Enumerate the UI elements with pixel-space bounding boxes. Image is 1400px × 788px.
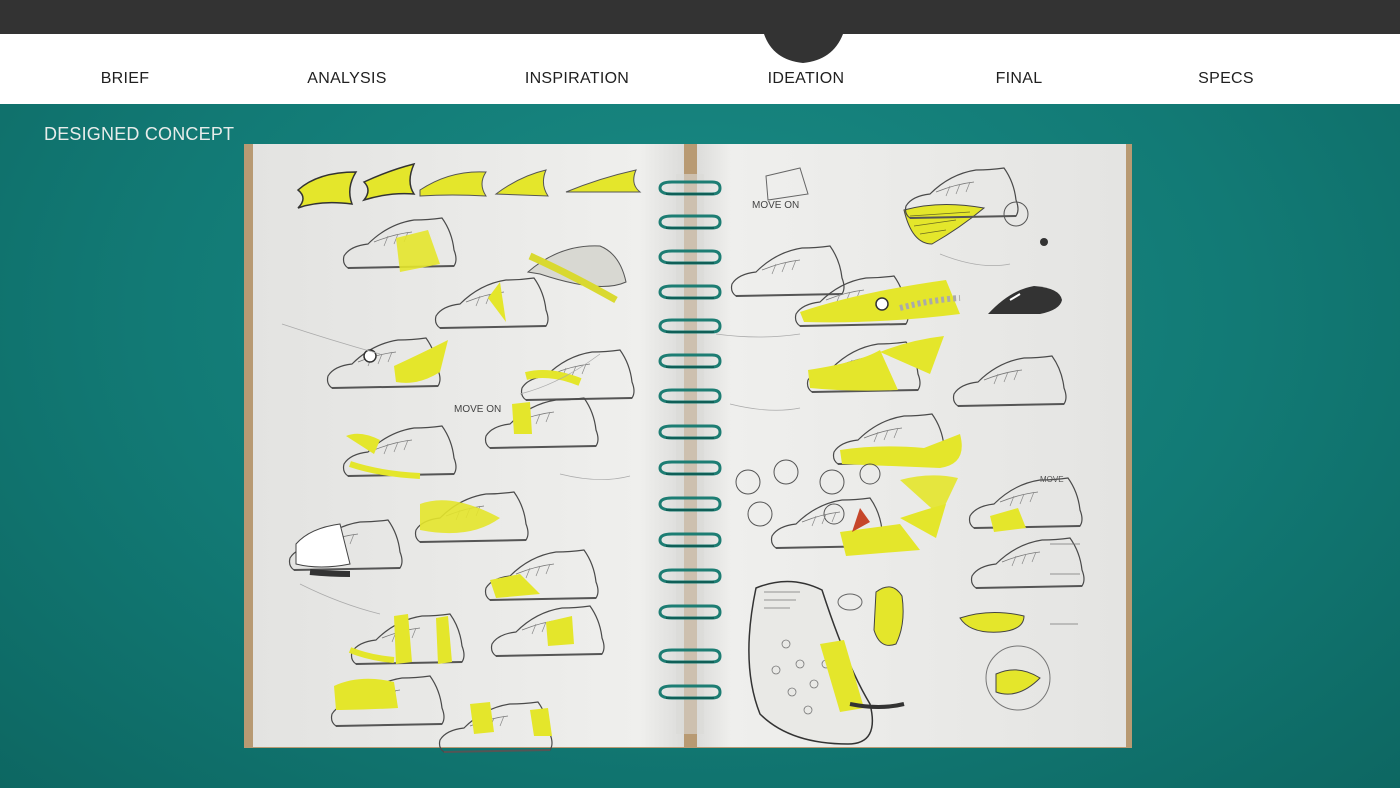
nav-tab-ideation[interactable]: IDEATION [768, 70, 845, 88]
nav-tab-inspiration[interactable]: INSPIRATION [525, 70, 629, 88]
nav-tab-final[interactable]: FINAL [996, 70, 1043, 88]
move-on-note-left: MOVE ON [454, 404, 501, 415]
concept-stage: DESIGNED CONCEPT MOVE ON MOVE ON MOVE [0, 104, 1400, 788]
section-nav: BRIEF ANALYSIS INSPIRATION IDEATION FINA… [0, 34, 1400, 104]
top-bar [0, 0, 1400, 34]
nav-tab-specs[interactable]: SPECS [1198, 70, 1254, 88]
left-page [253, 144, 684, 747]
move-on-note-right: MOVE ON [752, 200, 799, 211]
nav-tab-analysis[interactable]: ANALYSIS [307, 70, 386, 88]
svg-text:MOVE: MOVE [1040, 475, 1064, 484]
nav-tab-brief[interactable]: BRIEF [101, 70, 150, 88]
active-tab-indicator [764, 34, 843, 63]
sketchbook-image: MOVE ON MOVE ON MOVE [244, 144, 1132, 753]
